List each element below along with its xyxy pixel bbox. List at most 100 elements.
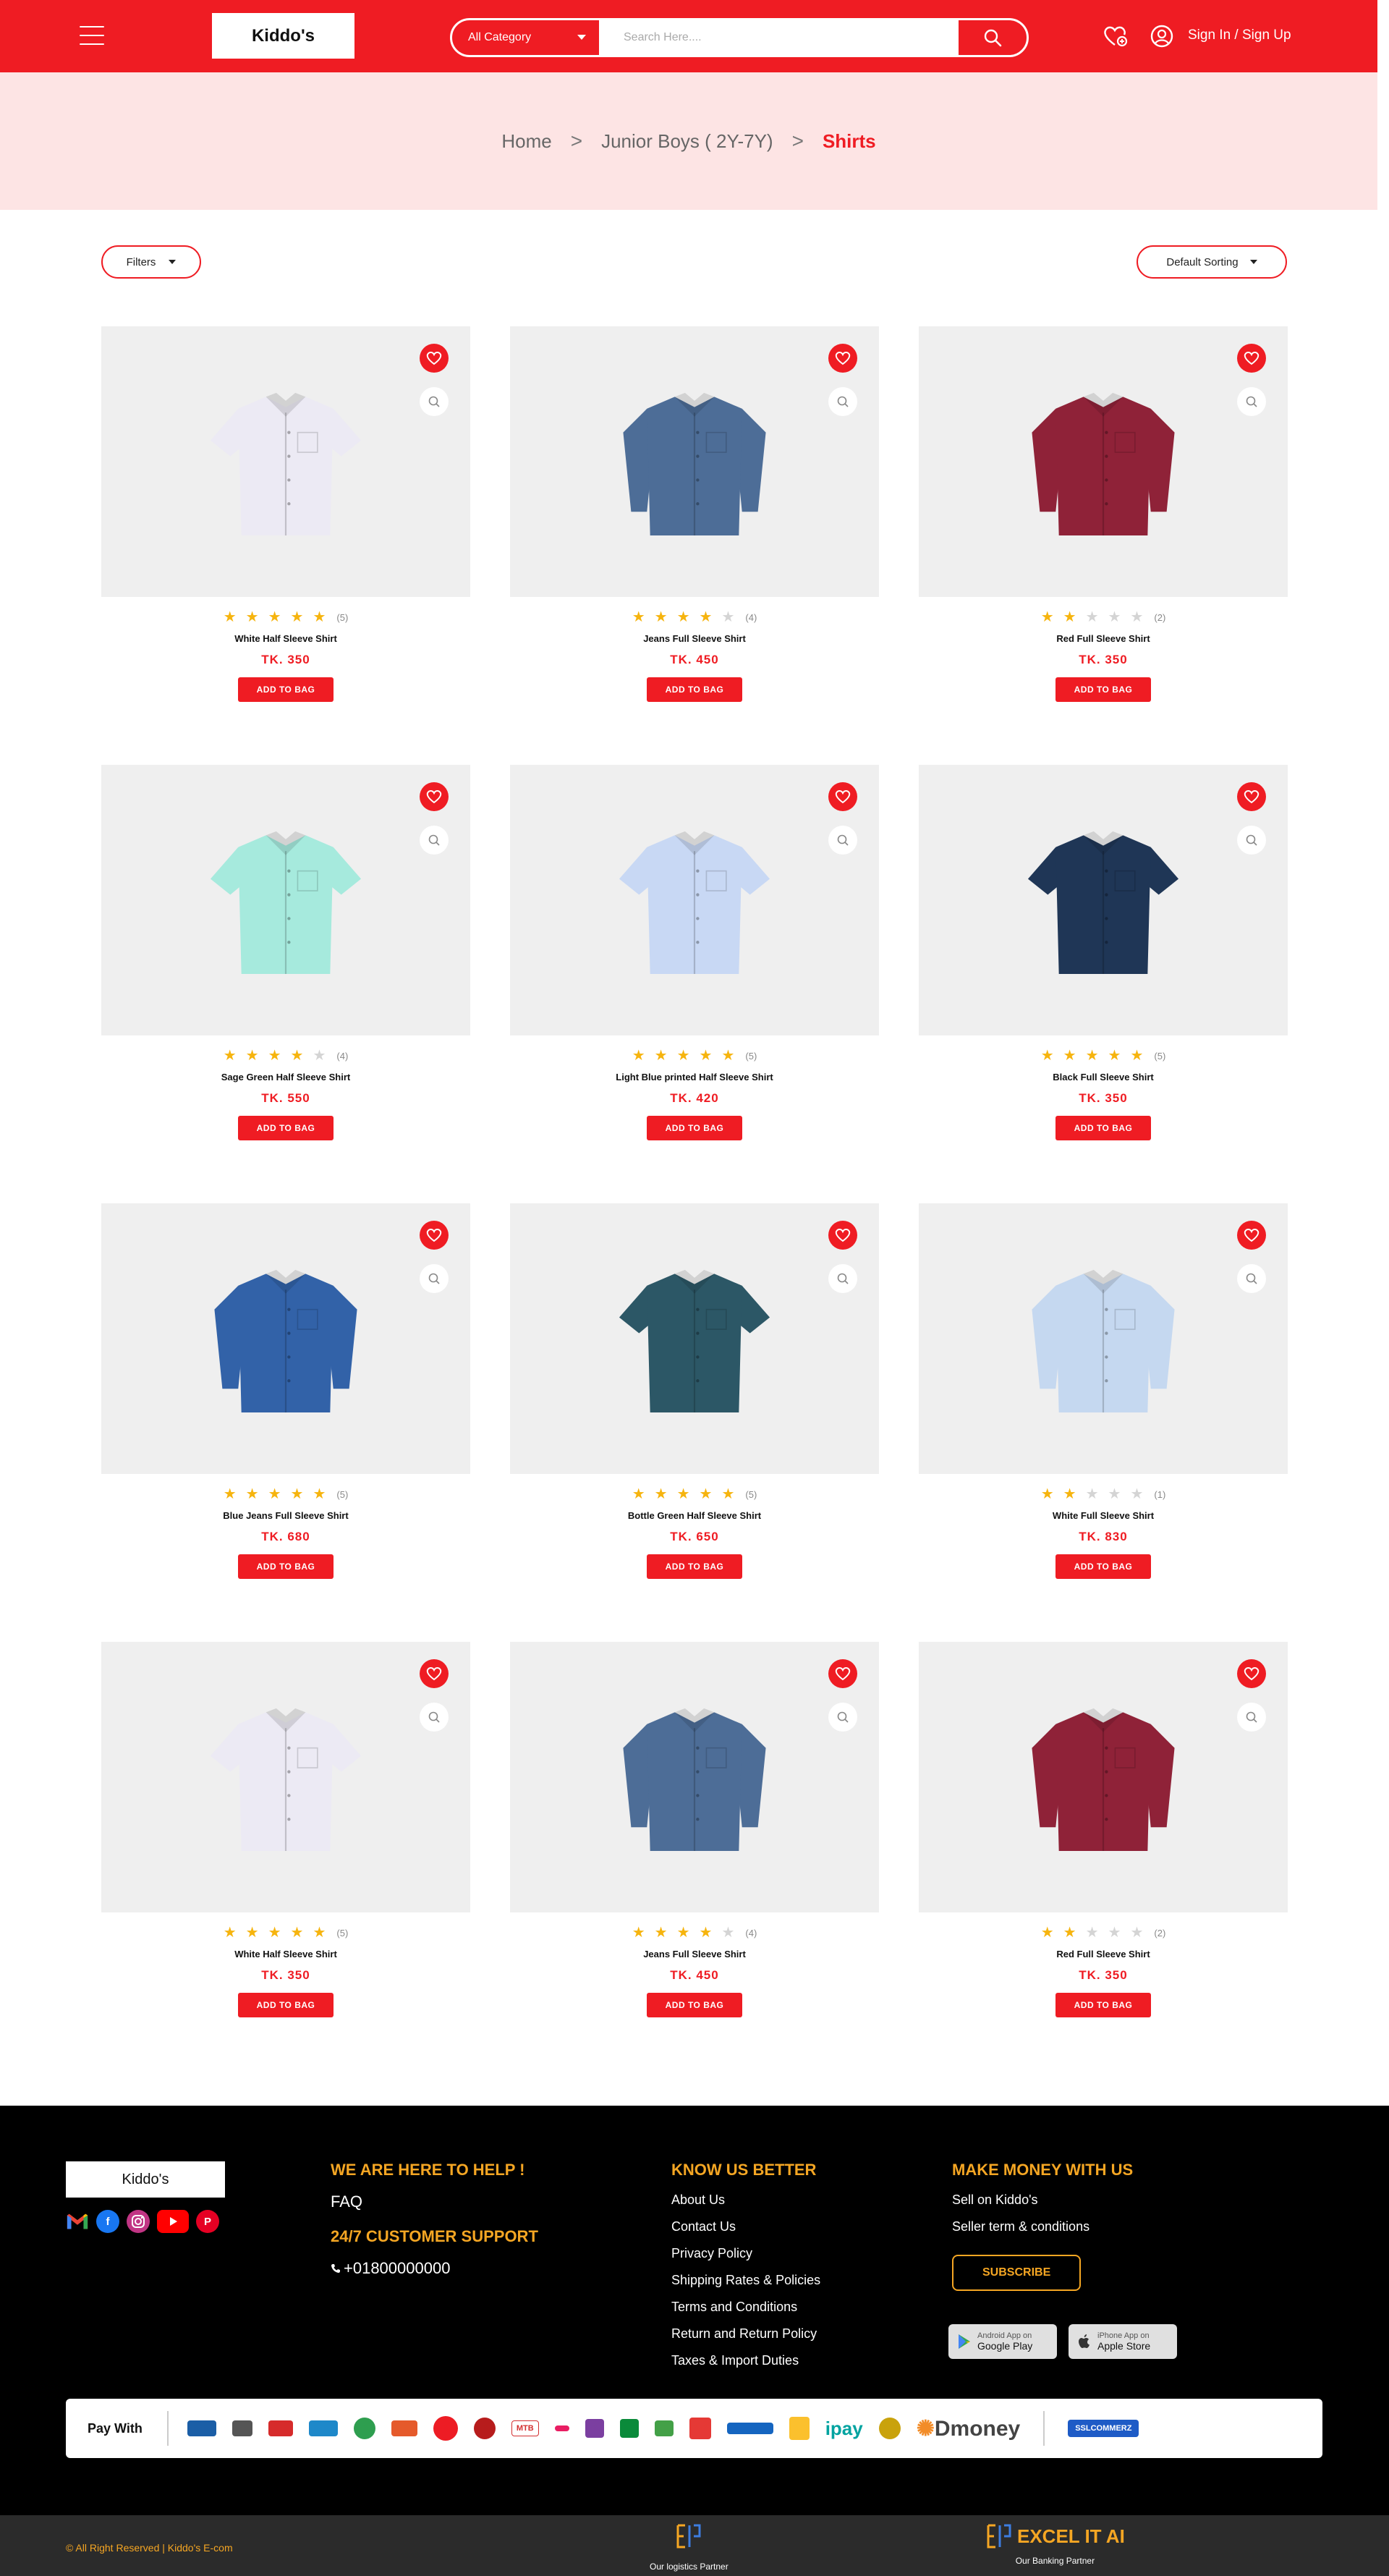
quick-view-button[interactable] — [828, 387, 857, 416]
add-to-bag-button[interactable]: ADD TO BAG — [237, 1116, 334, 1140]
instagram-icon[interactable] — [127, 2210, 150, 2233]
product-name[interactable]: Jeans Full Sleeve Shirt — [510, 1949, 879, 1959]
footer-link-returns[interactable]: Return and Return Policy — [671, 2326, 820, 2342]
search-input[interactable] — [599, 20, 959, 55]
product-image[interactable] — [615, 1254, 774, 1424]
wishlist-button[interactable] — [828, 782, 857, 811]
footer-link-taxes[interactable]: Taxes & Import Duties — [671, 2353, 820, 2368]
product-image-area[interactable] — [101, 326, 470, 597]
product-card[interactable]: ★ ★ ★ ★ ★ (4) Jeans Full Sleeve Shirt TK. 450 AD… — [510, 1642, 879, 2080]
footer-logo[interactable]: Kiddo's — [66, 2161, 225, 2198]
google-play-button[interactable]: Android App on Google Play — [948, 2324, 1057, 2359]
quick-view-button[interactable] — [1237, 1264, 1266, 1293]
quick-view-button[interactable] — [828, 1703, 857, 1732]
faq-link[interactable]: FAQ — [331, 2192, 538, 2211]
gmail-icon[interactable] — [66, 2210, 89, 2233]
wishlist-button[interactable] — [420, 1221, 449, 1250]
product-card[interactable]: ★ ★ ★ ★ ★ (5) White Half Sleeve Shirt TK. 350 AD… — [101, 326, 470, 765]
wishlist-button[interactable] — [420, 344, 449, 373]
wishlist-button[interactable] — [1237, 1221, 1266, 1250]
quick-view-button[interactable] — [420, 826, 449, 855]
product-image-area[interactable] — [510, 1642, 879, 1912]
wishlist-button[interactable] — [1237, 1659, 1266, 1688]
add-to-bag-button[interactable]: ADD TO BAG — [646, 1554, 743, 1579]
footer-link-seller-terms[interactable]: Seller term & conditions — [952, 2219, 1133, 2234]
quick-view-button[interactable] — [828, 1264, 857, 1293]
product-name[interactable]: White Half Sleeve Shirt — [101, 633, 470, 644]
add-to-bag-button[interactable]: ADD TO BAG — [1055, 677, 1152, 702]
footer-link-privacy[interactable]: Privacy Policy — [671, 2246, 820, 2261]
subscribe-button[interactable]: SUBSCRIBE — [952, 2255, 1082, 2291]
product-image[interactable] — [615, 1692, 774, 1863]
product-image[interactable] — [206, 377, 365, 547]
product-image-area[interactable] — [510, 326, 879, 597]
search-button[interactable] — [959, 20, 1027, 55]
product-card[interactable]: ★ ★ ★ ★ ★ (2) Red Full Sleeve Shirt TK. 350 ADD … — [919, 326, 1288, 765]
breadcrumb-category[interactable]: Junior Boys ( 2Y-7Y) — [601, 130, 773, 153]
footer-link-contact[interactable]: Contact Us — [671, 2219, 820, 2234]
product-image[interactable] — [206, 1692, 365, 1863]
quick-view-button[interactable] — [1237, 387, 1266, 416]
wishlist-icon[interactable] — [1103, 23, 1129, 49]
product-image-area[interactable] — [919, 1642, 1288, 1912]
product-image-area[interactable] — [510, 1203, 879, 1474]
quick-view-button[interactable] — [1237, 826, 1266, 855]
product-image-area[interactable] — [919, 1203, 1288, 1474]
add-to-bag-button[interactable]: ADD TO BAG — [646, 677, 743, 702]
pinterest-icon[interactable]: P — [196, 2210, 219, 2233]
product-card[interactable]: ★ ★ ★ ★ ★ (5) Bottle Green Half Sleeve Shirt TK… — [510, 1203, 879, 1642]
product-name[interactable]: Red Full Sleeve Shirt — [919, 633, 1288, 644]
product-image[interactable] — [1024, 815, 1183, 986]
product-name[interactable]: Blue Jeans Full Sleeve Shirt — [101, 1510, 470, 1521]
product-name[interactable]: Sage Green Half Sleeve Shirt — [101, 1072, 470, 1082]
product-image-area[interactable] — [510, 765, 879, 1035]
wishlist-button[interactable] — [828, 1659, 857, 1688]
product-card[interactable]: ★ ★ ★ ★ ★ (5) Blue Jeans Full Sleeve Shirt TK. … — [101, 1203, 470, 1642]
breadcrumb-home[interactable]: Home — [501, 130, 551, 153]
add-to-bag-button[interactable]: ADD TO BAG — [1055, 1554, 1152, 1579]
signin-link[interactable]: Sign In / Sign Up — [1188, 27, 1291, 43]
menu-icon[interactable] — [80, 26, 104, 46]
product-image[interactable] — [1024, 1692, 1183, 1863]
product-image-area[interactable] — [101, 1203, 470, 1474]
wishlist-button[interactable] — [828, 344, 857, 373]
quick-view-button[interactable] — [420, 1703, 449, 1732]
footer-link-terms[interactable]: Terms and Conditions — [671, 2300, 820, 2315]
product-card[interactable]: ★ ★ ★ ★ ★ (2) Red Full Sleeve Shirt TK. 350 ADD … — [919, 1642, 1288, 2080]
product-name[interactable]: White Full Sleeve Shirt — [919, 1510, 1288, 1521]
add-to-bag-button[interactable]: ADD TO BAG — [237, 677, 334, 702]
youtube-icon[interactable] — [157, 2210, 189, 2233]
facebook-icon[interactable]: f — [96, 2210, 119, 2233]
product-image-area[interactable] — [101, 765, 470, 1035]
user-icon[interactable] — [1149, 23, 1175, 49]
product-card[interactable]: ★ ★ ★ ★ ★ (5) White Half Sleeve Shirt TK. 350 AD… — [101, 1642, 470, 2080]
product-name[interactable]: Red Full Sleeve Shirt — [919, 1949, 1288, 1959]
add-to-bag-button[interactable]: ADD TO BAG — [646, 1993, 743, 2017]
category-select[interactable]: All Category — [452, 20, 599, 55]
wishlist-button[interactable] — [1237, 782, 1266, 811]
product-card[interactable]: ★ ★ ★ ★ ★ (1) White Full Sleeve Shirt TK. 830 AD… — [919, 1203, 1288, 1642]
product-name[interactable]: Bottle Green Half Sleeve Shirt — [510, 1510, 879, 1521]
product-image[interactable] — [1024, 1254, 1183, 1424]
product-image[interactable] — [206, 1254, 365, 1424]
add-to-bag-button[interactable]: ADD TO BAG — [237, 1993, 334, 2017]
footer-link-shipping[interactable]: Shipping Rates & Policies — [671, 2273, 820, 2288]
add-to-bag-button[interactable]: ADD TO BAG — [1055, 1993, 1152, 2017]
phone-number[interactable]: +01800000000 — [331, 2259, 538, 2278]
product-image[interactable] — [1024, 377, 1183, 547]
product-name[interactable]: Light Blue printed Half Sleeve Shirt — [510, 1072, 879, 1082]
product-image-area[interactable] — [101, 1642, 470, 1912]
product-card[interactable]: ★ ★ ★ ★ ★ (4) Jeans Full Sleeve Shirt TK. 450 AD… — [510, 326, 879, 765]
product-card[interactable]: ★ ★ ★ ★ ★ (5) Black Full Sleeve Shirt TK. 350 AD… — [919, 765, 1288, 1203]
product-image[interactable] — [615, 815, 774, 986]
add-to-bag-button[interactable]: ADD TO BAG — [237, 1554, 334, 1579]
footer-link-about[interactable]: About Us — [671, 2192, 820, 2208]
quick-view-button[interactable] — [828, 826, 857, 855]
product-card[interactable]: ★ ★ ★ ★ ★ (5) Light Blue printed Half Sleeve S… — [510, 765, 879, 1203]
quick-view-button[interactable] — [420, 387, 449, 416]
wishlist-button[interactable] — [1237, 344, 1266, 373]
product-image[interactable] — [615, 377, 774, 547]
wishlist-button[interactable] — [420, 1659, 449, 1688]
product-image-area[interactable] — [919, 326, 1288, 597]
quick-view-button[interactable] — [420, 1264, 449, 1293]
